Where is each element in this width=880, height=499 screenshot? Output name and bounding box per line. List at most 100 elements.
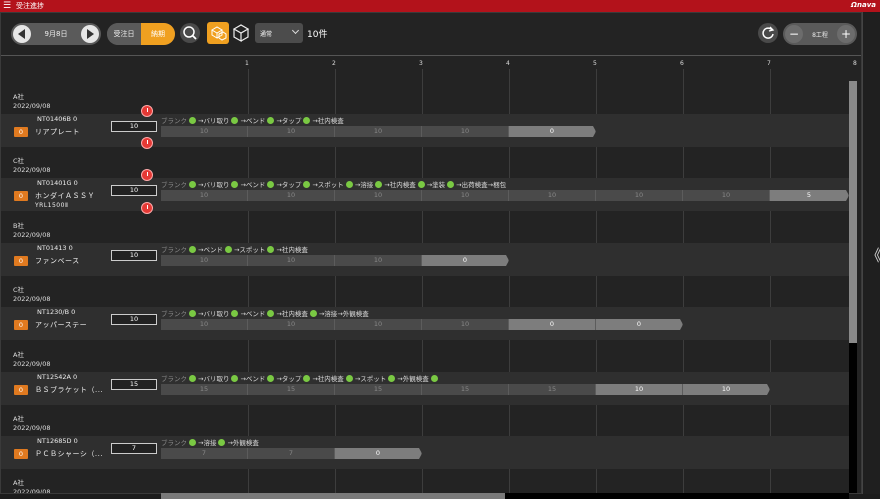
process-step: →社内検査 [276,310,308,318]
date-navigator: 9月8日 [11,23,101,45]
axis-tick: 1 [245,60,249,67]
process-progress-bar[interactable]: 15 [248,384,335,395]
order-number: NT12542A 0 [37,373,78,381]
process-step: ブランク [161,310,187,318]
quantity-field[interactable]: 10 [111,314,157,325]
mode-select-value: 通常 [260,30,273,38]
process-progress-bar[interactable]: 10 [248,319,335,330]
customer-name: C社 [13,157,25,165]
customer-name: A社 [13,479,24,487]
prev-date-button[interactable] [13,25,31,43]
process-progress-bar[interactable]: 10 [161,126,248,137]
process-progress-bar[interactable]: 15 [509,384,596,395]
process-progress-bar[interactable]: 0 [509,126,596,137]
process-step: →スポット [233,246,266,254]
refresh-icon [758,23,778,43]
stacked-boxes-icon [211,26,227,41]
mode-select[interactable]: 通常 [255,23,303,43]
check-icon [267,309,275,317]
check-icon [267,116,275,124]
box-icon [232,24,250,43]
process-progress-bar[interactable]: 10 [335,126,422,137]
side-panel-toggle[interactable]: 《 [862,12,880,494]
toggle-order-date[interactable]: 受注日 [107,23,141,45]
check-icon [267,245,275,253]
process-progress-bar[interactable]: 15 [335,384,422,395]
customer-name: A社 [13,93,24,101]
toggle-due-date[interactable]: 納期 [141,23,175,45]
refresh-button[interactable] [757,22,779,44]
menu-icon[interactable]: ☰ [0,0,14,12]
process-progress-bar[interactable]: 10 [596,190,683,201]
process-progress-bar[interactable]: 10 [161,319,248,330]
process-steps: ブランク →バリ取り →ベンド →タップ →社内検査 [161,115,344,125]
result-count: 10件 [307,30,328,40]
process-progress-bar[interactable]: 5 [770,190,849,201]
decrease-process-button[interactable]: − [785,25,803,43]
process-progress-bar[interactable]: 10 [335,190,422,201]
process-step: →社内検査 [312,375,344,383]
increase-process-button[interactable]: + [837,25,855,43]
due-date: 2022/09/08 [13,488,51,493]
check-icon [231,309,239,317]
process-progress-bar[interactable]: 10 [248,255,335,266]
process-progress-bar[interactable]: 10 [335,319,422,330]
process-progress-bar[interactable]: 0 [335,448,422,459]
product-name: アッパーステー [35,321,88,329]
search-button[interactable] [179,22,201,44]
process-step: →タップ [276,181,302,189]
quantity-field[interactable]: 10 [111,121,157,132]
process-progress-bar[interactable]: 10 [161,190,248,201]
process-progress-bar[interactable]: 10 [683,384,770,395]
multi-box-button[interactable] [207,22,229,44]
vertical-scrollbar[interactable] [849,81,857,493]
alarm-clock-icon[interactable] [141,105,153,117]
process-stepper: − 8工程 + [783,23,857,45]
axis-tick: 4 [506,60,510,67]
quantity-field[interactable]: 10 [111,185,157,196]
process-progress-bar[interactable]: 0 [596,319,683,330]
process-progress-bar[interactable]: 10 [596,384,683,395]
check-icon [303,374,311,382]
process-progress-bar[interactable]: 10 [161,255,248,266]
order-number: NT01401G 0 [37,179,78,187]
process-step: →梱包 [487,181,507,189]
process-step: →バリ取り [198,181,230,189]
process-progress-bar[interactable]: 10 [248,126,335,137]
quantity-field[interactable]: 10 [111,250,157,261]
order-list: A社 2022/09/08 NT01406B 0 0 リアプレート 10 ブランク →バリ取り… [1,69,849,493]
process-progress-bar[interactable]: 10 [683,190,770,201]
customer-name: B社 [13,222,24,230]
next-date-button[interactable] [81,25,99,43]
process-progress-bar[interactable]: 10 [422,126,509,137]
main-frame: 9月8日 受注日 納期 通常 10件 − 8工程 + 1 2 3 4 5 6 7… [0,12,862,499]
process-progress-bar[interactable]: 10 [422,190,509,201]
single-box-button[interactable] [230,22,252,44]
process-progress-bar[interactable]: 7 [161,448,248,459]
due-date: 2022/09/08 [13,424,51,432]
quantity-field[interactable]: 15 [111,379,157,390]
process-progress-bar[interactable]: 7 [248,448,335,459]
customer-group-header: A社 2022/09/08 [13,351,50,369]
axis-tick: 6 [680,60,684,67]
alarm-clock-icon[interactable] [141,137,153,149]
check-icon [189,309,196,317]
alarm-clock-icon[interactable] [141,169,153,181]
customer-group-header: C社 2022/09/08 [13,286,50,304]
quantity-field[interactable]: 7 [111,443,157,454]
process-progress-bar[interactable]: 10 [422,319,509,330]
process-progress-bar[interactable]: 15 [422,384,509,395]
process-progress-bar[interactable]: 10 [335,255,422,266]
process-progress-bar[interactable]: 10 [248,190,335,201]
status-badge: 0 [14,449,28,459]
process-progress-bar[interactable]: 0 [422,255,509,266]
axis-tick: 8 [853,60,857,67]
check-icon [303,180,311,188]
vertical-scroll-thumb[interactable] [849,81,857,343]
alarm-clock-icon[interactable] [141,202,153,214]
process-step: →溶接 [318,310,338,318]
check-icon [224,245,232,253]
process-progress-bar[interactable]: 10 [509,190,596,201]
process-progress-bar[interactable]: 0 [509,319,596,330]
process-progress-bar[interactable]: 15 [161,384,248,395]
